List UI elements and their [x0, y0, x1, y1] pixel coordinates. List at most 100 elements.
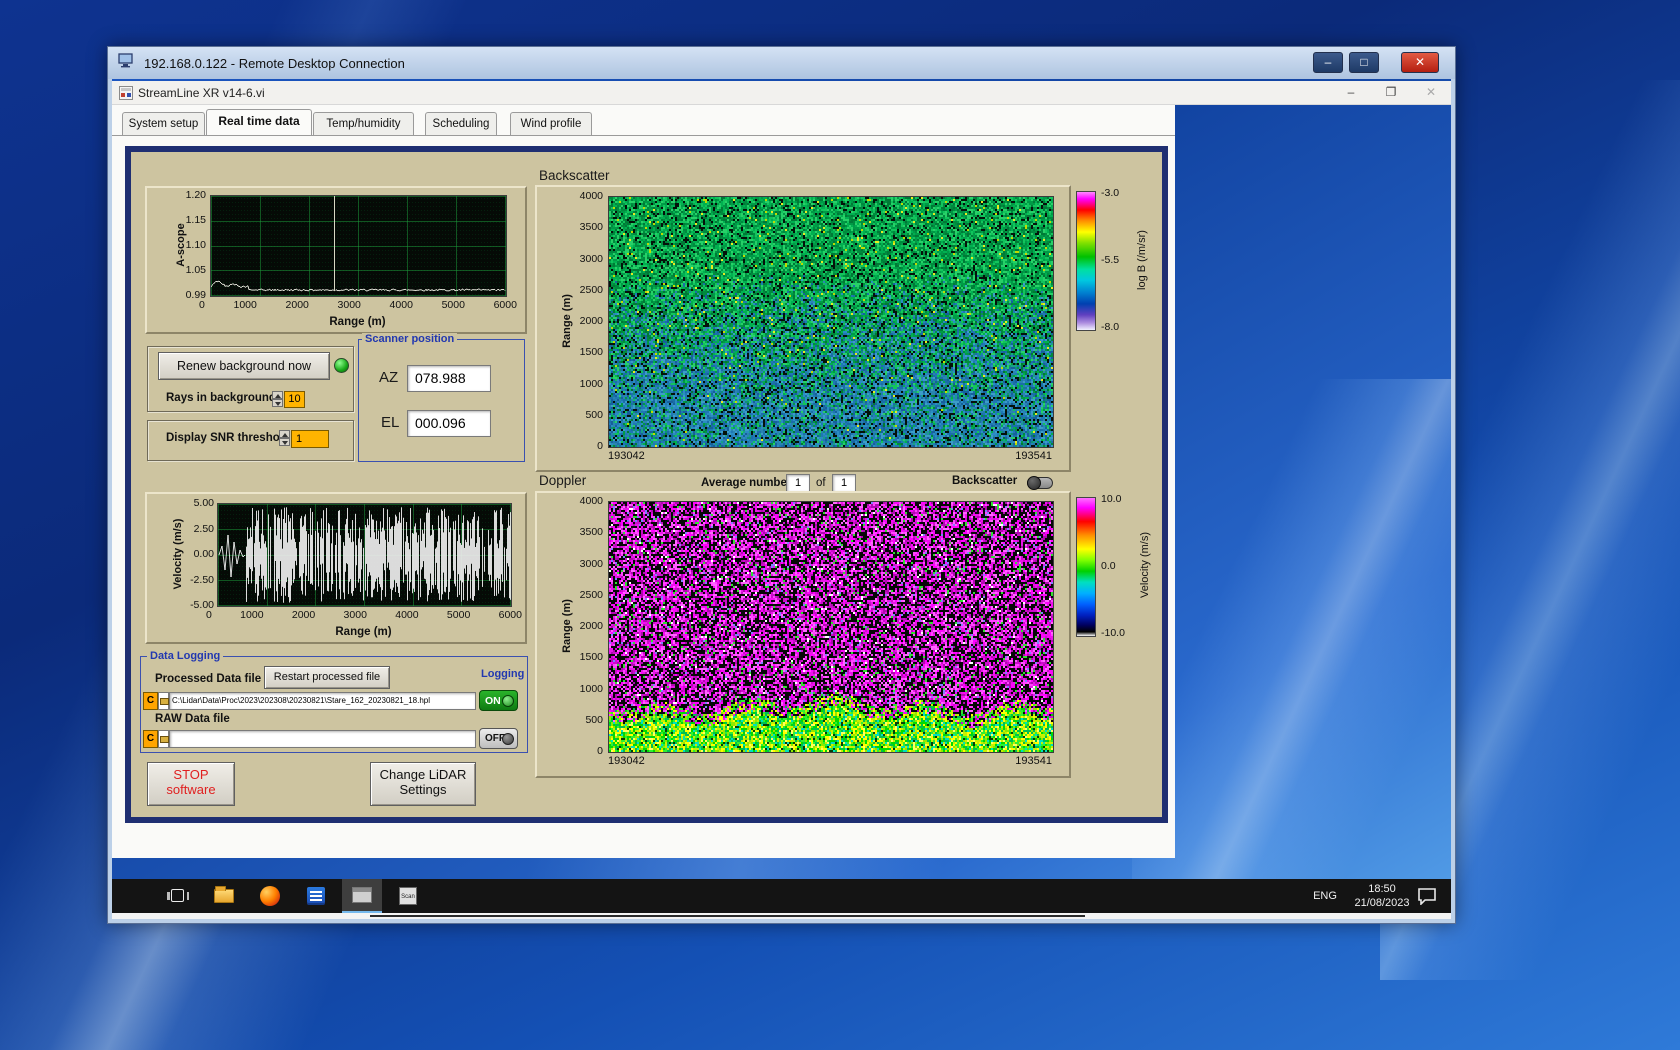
tick-label: 4000	[395, 609, 419, 621]
doppler-colorbar-ticks: 10.0 0.0 -10.0	[1101, 494, 1139, 639]
change-button-line1: Change LiDAR	[379, 767, 467, 782]
on-toggle-knob	[502, 695, 514, 707]
tab-system-setup[interactable]: System setup	[122, 112, 205, 135]
doppler-colorbar-label: Velocity (m/s)	[1139, 531, 1151, 599]
tick-label: 1.20	[185, 189, 206, 201]
processed-data-file-label: Processed Data file	[155, 673, 262, 685]
rdp-window: 192.168.0.122 - Remote Desktop Connectio…	[107, 46, 1456, 924]
stop-button-line2: software	[166, 782, 216, 797]
active-labview-app-icon[interactable]	[342, 879, 382, 913]
snr-spinner[interactable]	[279, 430, 290, 447]
el-value-display[interactable]: 000.096	[407, 410, 491, 437]
change-lidar-settings-button[interactable]: Change LiDAR Settings	[370, 762, 476, 806]
tick-label: -3.0	[1101, 187, 1120, 199]
tick-label: 5.00	[193, 497, 214, 509]
processed-drive-box[interactable]: C	[143, 692, 158, 710]
change-button-line2: Settings	[399, 782, 447, 797]
tick-label: 1.05	[185, 264, 206, 276]
ascope-x-ticks: 0 1000 2000 3000 4000 5000 6000	[199, 299, 517, 311]
average-number-field[interactable]: 1	[786, 474, 810, 492]
tab-real-time-data[interactable]: Real time data	[206, 109, 312, 135]
tick-label: -8.0	[1101, 321, 1120, 333]
doppler-title: Doppler	[539, 473, 587, 488]
velocity-x-ticks: 0 1000 2000 3000 4000 5000 6000	[206, 609, 522, 621]
processed-browse-button[interactable]	[158, 692, 169, 710]
tick-label: 6000	[493, 299, 517, 311]
tabstrip-divider	[112, 135, 1175, 136]
tick-label: 3000	[337, 299, 361, 311]
rdp-titlebar[interactable]: 192.168.0.122 - Remote Desktop Connectio…	[108, 47, 1455, 79]
app-close-button[interactable]: ✕	[1417, 84, 1445, 102]
app-minimize-button[interactable]: –	[1337, 84, 1365, 102]
notification-center-icon[interactable]	[1412, 879, 1442, 913]
file-explorer-icon[interactable]	[204, 879, 244, 913]
backscatter-toggle-switch[interactable]	[1027, 476, 1053, 490]
rdp-close-button[interactable]: ✕	[1401, 52, 1439, 73]
backscatter-colorbar-label: log B (/m/sr)	[1136, 230, 1148, 290]
tick-label: 2500	[579, 588, 603, 601]
ascope-x-axis-label: Range (m)	[329, 316, 386, 328]
tick-label: 3000	[579, 557, 603, 570]
rdp-minimize-button[interactable]: –	[1313, 52, 1343, 73]
processed-logging-on-toggle[interactable]: ON	[479, 690, 518, 711]
backscatter-toggle-label: Backscatter	[952, 475, 1018, 487]
tick-label: 500	[585, 713, 603, 726]
tick-label: 0	[597, 745, 603, 757]
raw-path-field[interactable]	[169, 730, 476, 748]
tick-label: 2000	[579, 315, 603, 327]
tab-wind-profile[interactable]: Wind profile	[510, 112, 592, 135]
rays-value-field[interactable]: 10	[284, 391, 305, 408]
logging-label: Logging	[478, 668, 528, 680]
backscatter-x-labels: 193042 193541	[608, 450, 1052, 462]
rdp-computer-icon	[118, 53, 134, 73]
renew-background-button[interactable]: Renew background now	[158, 352, 330, 380]
tick-label: 4000	[579, 495, 603, 507]
rays-spinner[interactable]	[272, 391, 283, 408]
blue-app-icon[interactable]	[296, 879, 336, 913]
tab-temp-humidity[interactable]: Temp/humidity	[313, 112, 414, 135]
tick-label: 3500	[579, 221, 603, 234]
task-view-icon[interactable]	[158, 879, 198, 913]
scan-app-label: Scan	[399, 887, 417, 905]
app-vi-icon	[119, 86, 133, 105]
app-window-title: StreamLine XR v14-6.vi	[138, 86, 265, 100]
backscatter-colorbar-ticks: -3.0 -5.5 -8.0	[1101, 187, 1135, 333]
stop-software-button[interactable]: STOP software	[147, 762, 235, 806]
tick-label: 2500	[579, 283, 603, 296]
tick-label: 1000	[579, 682, 603, 695]
ascope-chart-canvas	[210, 195, 507, 297]
clock[interactable]: 18:50 21/08/2023	[1346, 882, 1418, 910]
off-toggle-knob	[502, 733, 514, 745]
firefox-icon[interactable]	[250, 879, 290, 913]
tick-label: -10.0	[1101, 627, 1125, 639]
doppler-y-ticks: 4000 3500 3000 2500 2000 1500 1000 500 0	[565, 495, 603, 757]
snr-threshold-label: Display SNR threshold	[166, 432, 290, 444]
processed-path-field[interactable]: C:\Lidar\Data\Proc\2023\202308\20230821\…	[169, 692, 476, 710]
tick-label: 2000	[579, 620, 603, 632]
restart-processed-file-button[interactable]: Restart processed file	[264, 666, 390, 689]
scan-app-icon[interactable]: Scan	[388, 879, 428, 913]
rdp-window-title: 192.168.0.122 - Remote Desktop Connectio…	[144, 55, 405, 71]
snr-value-field[interactable]: 1	[291, 430, 329, 448]
tick-label: 5000	[441, 299, 465, 311]
backscatter-title: Backscatter	[539, 168, 610, 183]
raw-drive-box[interactable]: C	[143, 730, 158, 748]
rays-in-background-label: Rays in background	[166, 392, 276, 404]
tick-label: 0	[199, 299, 205, 311]
tick-label: 6000	[498, 609, 522, 621]
tick-label: 500	[585, 408, 603, 421]
raw-logging-off-toggle[interactable]: OFF	[479, 728, 518, 749]
raw-browse-button[interactable]	[158, 730, 169, 748]
backscatter-x-start: 193042	[608, 450, 645, 462]
average-of-field[interactable]: 1	[832, 474, 856, 492]
app-titlebar[interactable]: StreamLine XR v14-6.vi – ❐ ✕	[112, 81, 1451, 105]
tab-scheduling[interactable]: Scheduling	[425, 112, 497, 135]
az-value-display[interactable]: 078.988	[407, 365, 491, 392]
app-restore-button[interactable]: ❐	[1377, 84, 1405, 102]
tick-label: 0	[597, 440, 603, 452]
rdp-maximize-button[interactable]: □	[1349, 52, 1379, 73]
language-indicator[interactable]: ENG	[1308, 879, 1342, 913]
velocity-x-axis-label: Range (m)	[335, 626, 392, 638]
scrollbar-thumb[interactable]	[370, 915, 1085, 917]
tick-label: 2000	[291, 609, 316, 621]
